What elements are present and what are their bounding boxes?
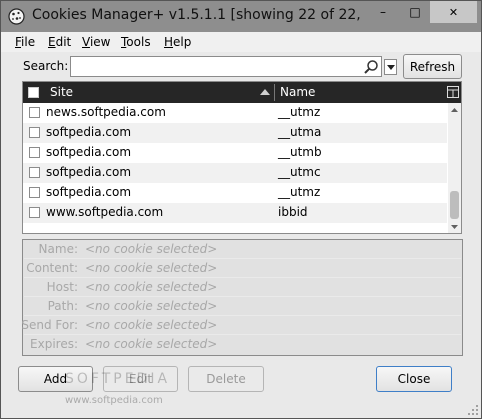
detail-row-send-for: Send For: <no cookie selected>: [21, 316, 461, 335]
column-header-site[interactable]: Site: [50, 85, 73, 99]
row-checkbox[interactable]: [29, 207, 40, 218]
select-all-checkbox[interactable]: [28, 87, 39, 98]
row-checkbox[interactable]: [29, 127, 40, 138]
table-row[interactable]: softpedia.com __utmz: [23, 183, 447, 203]
watermark-url: www.softpedia.com: [65, 395, 163, 406]
table-row[interactable]: news.softpedia.com __utmz: [23, 103, 447, 123]
row-name: __utmb: [278, 145, 322, 159]
row-site: www.softpedia.com: [46, 205, 164, 219]
list-header: Site Name: [23, 82, 461, 103]
row-name: __utmc: [278, 165, 321, 179]
row-checkbox[interactable]: [29, 147, 40, 158]
row-name: __utma: [278, 125, 322, 139]
menu-bar: File Edit View Tools Help: [1, 32, 481, 52]
delete-button[interactable]: Delete: [188, 366, 264, 392]
detail-value: <no cookie selected>: [85, 299, 218, 313]
row-site: softpedia.com: [46, 165, 132, 179]
row-checkbox[interactable]: [29, 187, 40, 198]
row-name: __utmz: [278, 185, 321, 199]
row-name: __utmz: [278, 105, 321, 119]
search-box[interactable]: [70, 56, 382, 77]
title-bar[interactable]: Cookies Manager+ v1.5.1.1 [showing 22 of…: [1, 1, 481, 32]
maximize-button[interactable]: □: [400, 1, 430, 23]
detail-value: <no cookie selected>: [85, 261, 218, 275]
cookie-icon: [8, 8, 25, 25]
detail-value: <no cookie selected>: [85, 337, 218, 351]
refresh-button[interactable]: Refresh: [403, 54, 462, 79]
row-site: softpedia.com: [46, 145, 132, 159]
menu-edit[interactable]: Edit: [48, 35, 71, 49]
minimize-button[interactable]: –: [366, 1, 400, 23]
cookie-list[interactable]: Site Name news.softpedia.com __utmz soft…: [22, 81, 462, 234]
cookie-details-panel: Name: <no cookie selected> Content: <no …: [21, 239, 463, 356]
scroll-up-icon[interactable]: [448, 105, 461, 115]
minimize-icon: –: [380, 5, 386, 19]
menu-file[interactable]: File: [15, 35, 35, 49]
window-title: Cookies Manager+ v1.5.1.1 [showing 22 of…: [32, 7, 362, 23]
row-checkbox[interactable]: [29, 107, 40, 118]
menu-help[interactable]: Help: [164, 35, 191, 49]
detail-label: Send For:: [21, 318, 78, 332]
row-site: news.softpedia.com: [46, 105, 166, 119]
row-site: softpedia.com: [46, 185, 132, 199]
detail-label: Path:: [47, 299, 78, 313]
vertical-scrollbar[interactable]: [448, 103, 461, 233]
detail-value: <no cookie selected>: [85, 242, 218, 256]
row-name: ibbid: [278, 205, 308, 219]
search-history-dropdown[interactable]: [384, 59, 397, 75]
scroll-down-icon[interactable]: [448, 222, 461, 232]
detail-row-content: Content: <no cookie selected>: [24, 259, 461, 278]
detail-value: <no cookie selected>: [85, 318, 218, 332]
table-row[interactable]: www.softpedia.com ibbid: [23, 203, 447, 223]
detail-row-host: Host: <no cookie selected>: [24, 278, 461, 297]
column-header-name[interactable]: Name: [280, 85, 315, 99]
column-separator[interactable]: [274, 84, 275, 101]
menu-view[interactable]: View: [82, 35, 110, 49]
sort-ascending-icon: [260, 89, 270, 95]
resize-grip-icon[interactable]: [467, 404, 479, 416]
detail-label: Name:: [38, 242, 78, 256]
row-site: softpedia.com: [46, 125, 132, 139]
column-picker-icon[interactable]: [447, 86, 459, 98]
close-button[interactable]: Close: [376, 366, 452, 392]
close-window-button[interactable]: ✕: [430, 1, 477, 23]
search-label: Search:: [23, 59, 69, 73]
detail-row-path: Path: <no cookie selected>: [24, 297, 461, 316]
chevron-down-icon: [386, 64, 395, 70]
cookies-manager-window: Cookies Manager+ v1.5.1.1 [showing 22 of…: [0, 0, 482, 419]
detail-label: Content:: [26, 261, 78, 275]
scrollbar-thumb[interactable]: [450, 191, 459, 219]
search-icon[interactable]: [363, 59, 379, 75]
search-input[interactable]: [74, 59, 359, 74]
watermark: SOFTPEDIA: [65, 371, 171, 387]
maximize-icon: □: [409, 5, 421, 19]
detail-label: Expires:: [30, 337, 78, 351]
close-icon: ✕: [448, 5, 459, 19]
detail-row-name: Name: <no cookie selected>: [24, 240, 461, 259]
row-checkbox[interactable]: [29, 167, 40, 178]
detail-row-expires: Expires: <no cookie selected>: [24, 335, 461, 354]
table-row[interactable]: softpedia.com __utmb: [23, 143, 447, 163]
menu-tools[interactable]: Tools: [121, 35, 151, 49]
table-row[interactable]: softpedia.com __utmc: [23, 163, 447, 183]
table-row[interactable]: softpedia.com __utma: [23, 123, 447, 143]
detail-label: Host:: [46, 280, 78, 294]
detail-value: <no cookie selected>: [85, 280, 218, 294]
